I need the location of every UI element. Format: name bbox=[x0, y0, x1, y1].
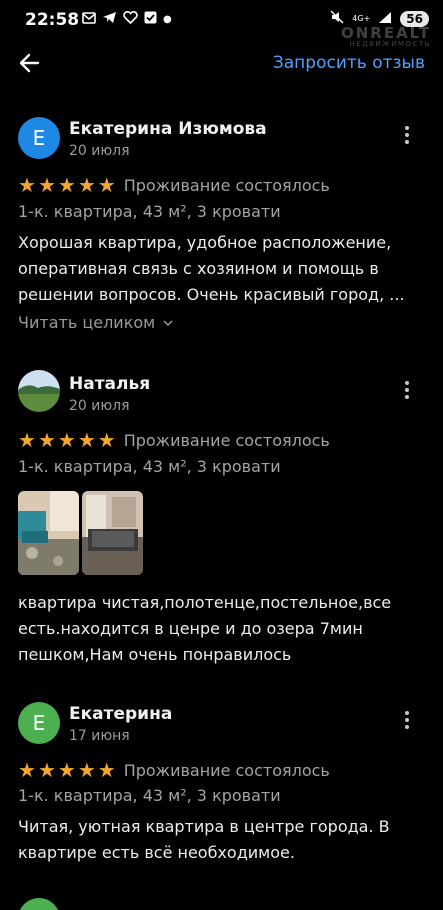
review-text-line: оперативная связь с хозяином и помощь в bbox=[18, 259, 379, 278]
chevron-down-icon bbox=[163, 320, 173, 327]
more-options-button[interactable] bbox=[397, 708, 417, 732]
rating-row: ★ ★ ★ ★ ★ Проживание состоялось bbox=[18, 430, 330, 450]
review-text: квартира чистая,полотенце,постельное,все… bbox=[18, 590, 423, 668]
heart-icon bbox=[123, 11, 138, 28]
review-text: Хорошая квартира, удобное расположение, … bbox=[18, 230, 423, 308]
avatar-letter: Е bbox=[32, 126, 46, 150]
star-icon: ★ bbox=[77, 758, 96, 782]
review-author: Екатерина Изюмова bbox=[69, 119, 267, 139]
avatar bbox=[18, 370, 60, 412]
review-text-line: решении вопросов. Очень красивый город, … bbox=[18, 285, 405, 304]
back-button[interactable] bbox=[16, 50, 46, 76]
avatar-letter: Е bbox=[32, 711, 46, 735]
review-card: Наталья 20 июля ★ ★ ★ ★ ★ Проживание состоял… bbox=[0, 368, 443, 668]
listing-info: 1-к. квартира, 43 м², 3 кровати bbox=[18, 457, 281, 476]
star-rating: ★ ★ ★ ★ ★ bbox=[18, 430, 116, 450]
star-icon: ★ bbox=[97, 428, 116, 452]
star-icon: ★ bbox=[77, 428, 96, 452]
status-time: 22:58 bbox=[25, 10, 80, 30]
read-more-label: Читать целиком bbox=[18, 313, 156, 332]
star-icon: ★ bbox=[37, 173, 56, 197]
more-options-button[interactable] bbox=[397, 378, 417, 402]
review-text-line: пешком,Нам очень понравилось bbox=[18, 645, 292, 664]
review-text-line: квартира чистая,полотенце,постельное,все bbox=[18, 593, 392, 612]
star-icon: ★ bbox=[97, 173, 116, 197]
status-bar: 22:58 ● 4G+ 56 ONREALT НЕДВИЖИМОСТЬ bbox=[0, 0, 443, 48]
stay-status: Проживание состоялось bbox=[123, 430, 330, 450]
rating-row: ★ ★ ★ ★ ★ Проживание состоялось bbox=[18, 760, 330, 780]
avatar: Е bbox=[18, 702, 60, 744]
review-date: 20 июля bbox=[69, 398, 130, 414]
star-rating: ★ ★ ★ ★ ★ bbox=[18, 175, 116, 195]
review-photo[interactable] bbox=[18, 491, 79, 575]
review-text-line: Читая, уютная квартира в центре города. … bbox=[18, 817, 390, 836]
star-icon: ★ bbox=[97, 758, 116, 782]
review-photo[interactable] bbox=[82, 491, 143, 575]
review-card: Е Екатерина Изюмова 20 июля ★ ★ ★ ★ ★ Прожив… bbox=[0, 113, 443, 338]
star-icon: ★ bbox=[18, 173, 36, 197]
star-icon: ★ bbox=[37, 758, 56, 782]
star-icon: ★ bbox=[77, 173, 96, 197]
star-icon: ★ bbox=[57, 758, 76, 782]
more-options-button[interactable] bbox=[397, 123, 417, 147]
rating-row: ★ ★ ★ ★ ★ Проживание состоялось bbox=[18, 175, 330, 195]
next-review-avatar bbox=[18, 898, 60, 910]
stay-status: Проживание состоялось bbox=[123, 175, 330, 195]
telegram-icon bbox=[102, 11, 117, 28]
listing-info: 1-к. квартира, 43 м², 3 кровати bbox=[18, 202, 281, 221]
review-card: Е Екатерина 17 июня ★ ★ ★ ★ ★ Проживание сос… bbox=[0, 698, 443, 878]
review-text-line: квартире есть всё необходимое. bbox=[18, 843, 295, 862]
request-review-button[interactable]: Запросить отзыв bbox=[273, 53, 425, 73]
arrow-left-icon bbox=[19, 53, 40, 73]
star-rating: ★ ★ ★ ★ ★ bbox=[18, 760, 116, 780]
review-author: Наталья bbox=[69, 374, 151, 394]
review-text-line: Хорошая квартира, удобное расположение, bbox=[18, 233, 392, 252]
review-text: Читая, уютная квартира в центре города. … bbox=[18, 814, 423, 866]
star-icon: ★ bbox=[57, 173, 76, 197]
avatar: Е bbox=[18, 117, 60, 159]
review-author: Екатерина bbox=[69, 704, 173, 724]
star-icon: ★ bbox=[18, 428, 36, 452]
listing-info: 1-к. квартира, 43 м², 3 кровати bbox=[18, 786, 281, 805]
checkbox-icon bbox=[144, 11, 157, 28]
notification-icons: ● bbox=[82, 11, 172, 28]
stay-status: Проживание состоялось bbox=[123, 760, 330, 780]
read-more-link[interactable]: Читать целиком bbox=[18, 313, 174, 332]
signal-label: 4G+ bbox=[352, 14, 371, 23]
mail-icon bbox=[82, 11, 96, 28]
star-icon: ★ bbox=[57, 428, 76, 452]
star-icon: ★ bbox=[37, 428, 56, 452]
app-bar: Запросить отзыв bbox=[0, 40, 443, 88]
review-text-line: есть.находится в ценре и до озера 7мин bbox=[18, 619, 363, 638]
dot-icon: ● bbox=[163, 14, 172, 25]
review-date: 20 июля bbox=[69, 143, 130, 159]
review-date: 17 июня bbox=[69, 728, 130, 744]
avatar-photo bbox=[18, 370, 60, 412]
star-icon: ★ bbox=[18, 758, 36, 782]
